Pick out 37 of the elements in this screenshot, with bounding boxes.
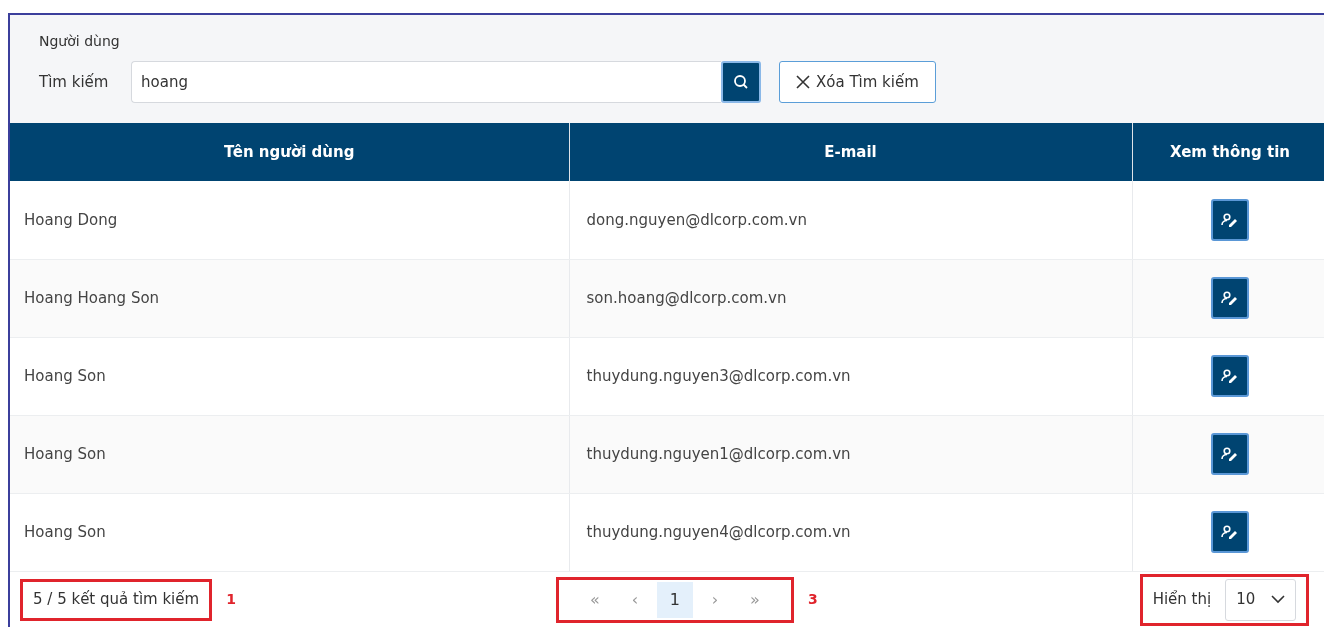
view-user-button[interactable]: [1211, 511, 1249, 553]
search-label: Tìm kiếm: [39, 71, 110, 93]
user-edit-icon: [1221, 369, 1239, 383]
view-user-button[interactable]: [1211, 355, 1249, 397]
user-edit-icon: [1221, 525, 1239, 539]
annotation-number: 1: [226, 590, 236, 609]
user-edit-icon: [1221, 291, 1239, 305]
panel-title: Người dùng: [39, 32, 121, 51]
search-field[interactable]: hoang: [131, 61, 721, 103]
table-cell: thuydung.nguyen1@dlcorp.com.vn: [569, 415, 1132, 493]
table-cell: dong.nguyen@dlcorp.com.vn: [569, 181, 1132, 259]
table-cell: Hoang Hoang Son: [10, 259, 569, 337]
clear-search-button[interactable]: Xóa Tìm kiếm: [779, 61, 936, 103]
table-cell: Hoang Dong: [10, 181, 569, 259]
view-user-button[interactable]: [1211, 433, 1249, 475]
annotation-number: 3: [807, 590, 818, 609]
page-button[interactable]: 1: [656, 581, 693, 618]
search-icon: [733, 74, 749, 90]
page-size-label: Hiển thị: [1152, 589, 1212, 611]
chevron-down-icon: [1271, 595, 1286, 604]
column-header: E-mail: [569, 123, 1132, 181]
column-header: Xem thông tin: [1132, 123, 1324, 181]
close-icon: [796, 75, 810, 89]
user-edit-icon: [1221, 447, 1239, 461]
search-button[interactable]: [721, 61, 761, 103]
table-cell: son.hoang@dlcorp.com.vn: [569, 259, 1132, 337]
column-header: Tên người dùng: [10, 123, 569, 181]
table-cell: Hoang Son: [10, 337, 569, 415]
table-cell: thuydung.nguyen4@dlcorp.com.vn: [569, 493, 1132, 571]
table-cell: Hoang Son: [10, 415, 569, 493]
result-count: 5 / 5 kết quả tìm kiếm: [33, 589, 200, 611]
view-user-button[interactable]: [1211, 198, 1249, 241]
table-cell: thuydung.nguyen3@dlcorp.com.vn: [569, 337, 1132, 415]
table-cell: Hoang Son: [10, 493, 569, 571]
page-size-select[interactable]: 10: [1225, 578, 1297, 621]
view-user-button[interactable]: [1211, 277, 1249, 319]
user-edit-icon: [1221, 212, 1239, 227]
